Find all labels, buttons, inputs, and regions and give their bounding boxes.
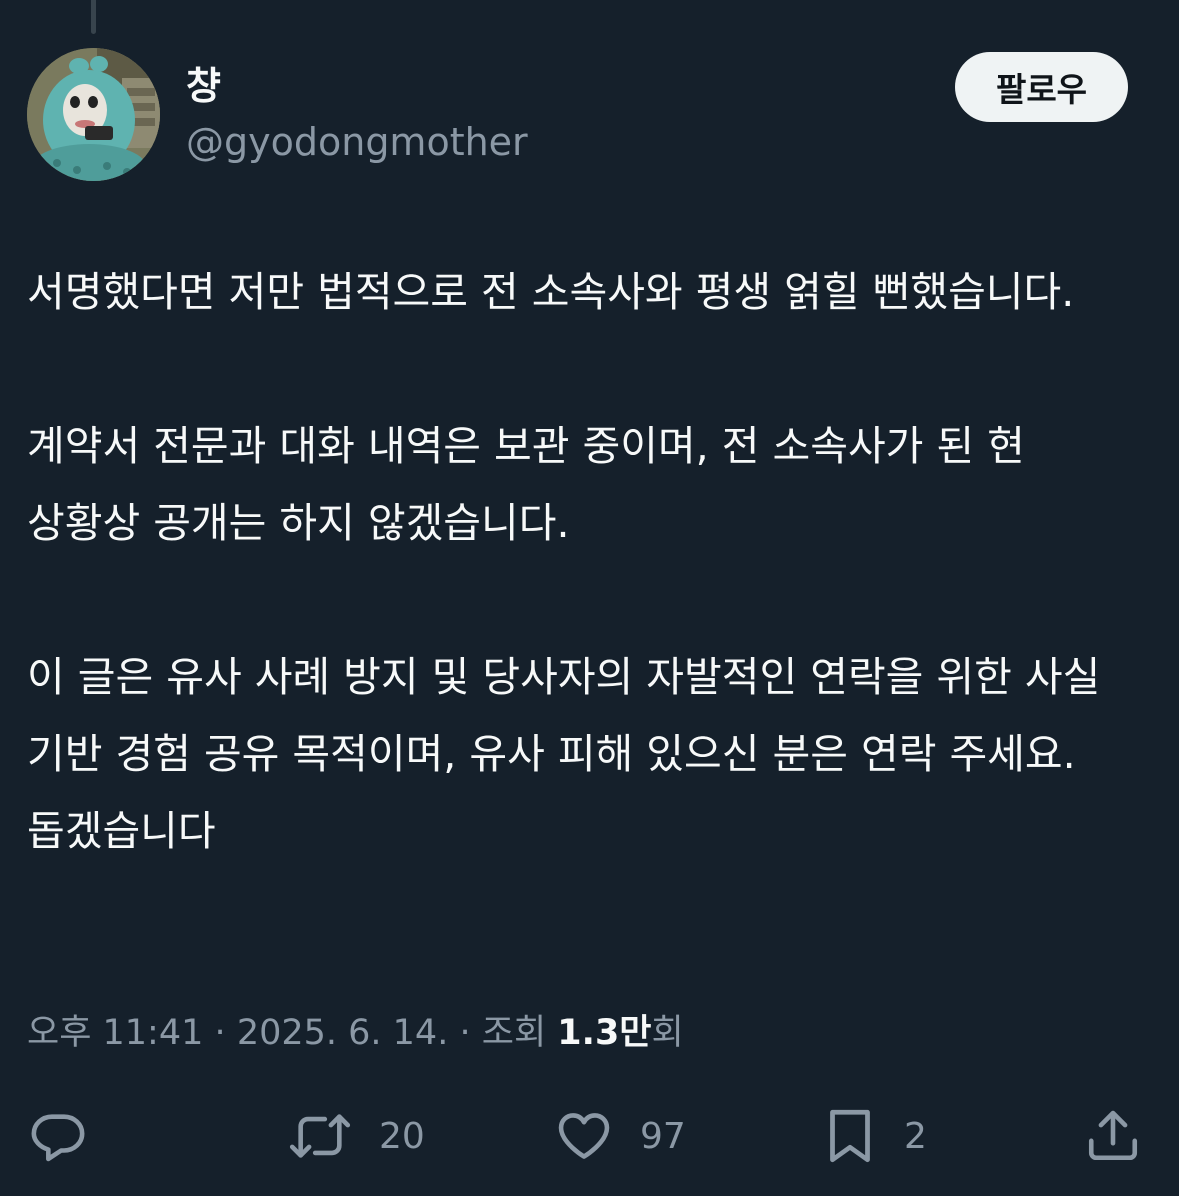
retweet-icon bbox=[287, 1107, 353, 1165]
views-suffix: 회 bbox=[651, 1013, 684, 1053]
heart-icon bbox=[554, 1107, 614, 1165]
retweet-button[interactable]: 20 bbox=[287, 1100, 425, 1172]
thread-connector-line bbox=[91, 0, 96, 34]
avatar[interactable] bbox=[27, 48, 160, 181]
bookmark-count: 2 bbox=[904, 1115, 927, 1157]
share-button[interactable] bbox=[1084, 1100, 1142, 1172]
tweet-metadata: 오후 11:41 · 2025. 6. 14. · 조회 1.3만회 bbox=[27, 1008, 684, 1058]
follow-button[interactable]: 팔로우 bbox=[955, 52, 1128, 122]
meta-separator: · bbox=[459, 1013, 471, 1053]
like-button[interactable]: 97 bbox=[554, 1100, 686, 1172]
share-icon bbox=[1084, 1107, 1142, 1165]
retweet-count: 20 bbox=[379, 1115, 425, 1157]
views-count[interactable]: 1.3만 bbox=[557, 1013, 651, 1053]
meta-separator: · bbox=[214, 1013, 226, 1053]
views-prefix: 조회 bbox=[481, 1013, 547, 1053]
display-name[interactable]: 챵 bbox=[186, 62, 221, 110]
avatar-image bbox=[27, 48, 160, 181]
tweet-time[interactable]: 오후 11:41 bbox=[27, 1013, 203, 1053]
reply-button[interactable] bbox=[29, 1100, 87, 1172]
bookmark-icon bbox=[822, 1106, 878, 1166]
bookmark-button[interactable]: 2 bbox=[822, 1100, 927, 1172]
action-bar: 20 97 2 bbox=[0, 1100, 1179, 1172]
tweet-paragraph-1: 서명했다면 저만 법적으로 전 소속사와 평생 얽힐 뻔했습니다. bbox=[27, 268, 1075, 316]
tweet-date[interactable]: 2025. 6. 14. bbox=[237, 1013, 449, 1053]
tweet-text: 서명했다면 저만 법적으로 전 소속사와 평생 얽힐 뻔했습니다. 계약서 전문… bbox=[27, 254, 1147, 870]
tweet-paragraph-2: 계약서 전문과 대화 내역은 보관 중이며, 전 소속사가 된 현 상황상 공개… bbox=[27, 422, 1025, 547]
user-handle[interactable]: @gyodongmother bbox=[186, 118, 528, 166]
tweet-paragraph-3: 이 글은 유사 사례 방지 및 당사자의 자발적인 연락을 위한 사실 기반 경… bbox=[27, 653, 1101, 855]
reply-icon bbox=[29, 1107, 87, 1165]
like-count: 97 bbox=[640, 1115, 686, 1157]
